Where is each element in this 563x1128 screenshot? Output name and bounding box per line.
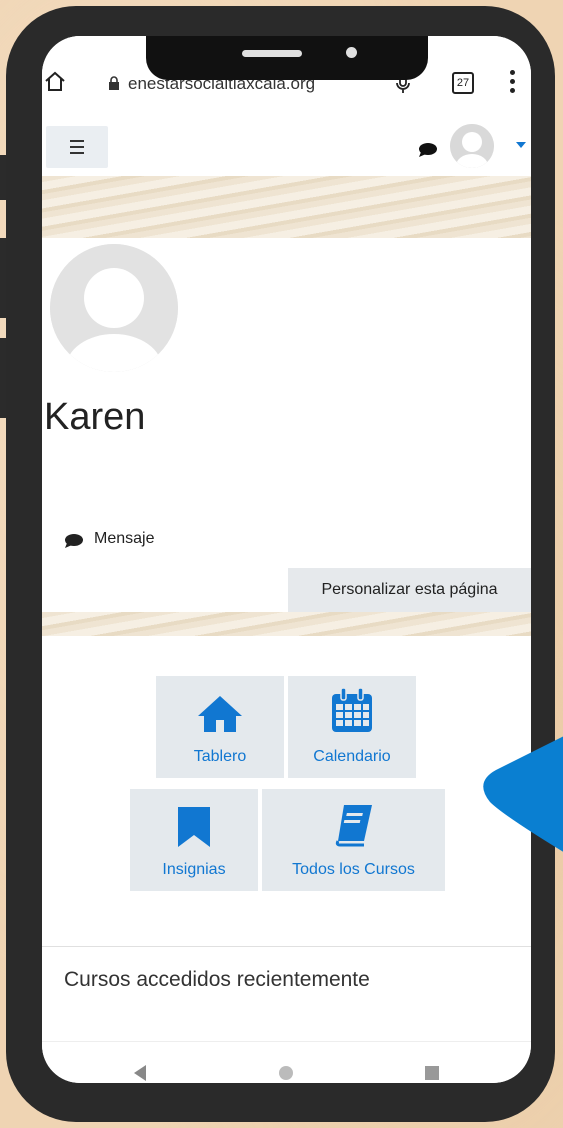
section-divider	[42, 946, 531, 947]
android-nav-bar	[42, 1041, 531, 1083]
tile-todos-los-cursos[interactable]: Todos los Cursos	[262, 789, 445, 891]
phone-notch	[146, 36, 428, 80]
recents-icon[interactable]	[424, 1065, 440, 1081]
book-icon	[335, 805, 372, 847]
customize-page-button[interactable]: Personalizar esta página	[288, 568, 531, 612]
message-label: Mensaje	[94, 530, 155, 547]
profile-banner-bottom	[42, 612, 531, 636]
back-icon[interactable]	[132, 1064, 148, 1082]
lock-icon	[109, 76, 119, 90]
tile-tablero[interactable]: Tablero	[156, 676, 284, 778]
phone-screen: enestarsocialtlaxcala.org 27 Karen Mensa…	[42, 36, 531, 1083]
tab-switcher-button[interactable]: 27	[452, 72, 474, 94]
home-nav-icon[interactable]	[278, 1065, 294, 1081]
message-link[interactable]: Mensaje	[94, 530, 154, 548]
chat-icon[interactable]	[418, 142, 438, 158]
profile-header: Karen Mensaje Personalizar esta página	[42, 238, 531, 616]
browser-menu-icon[interactable]	[510, 70, 516, 94]
hamburger-menu-button[interactable]	[46, 126, 108, 168]
tile-calendario[interactable]: Calendario	[288, 676, 416, 778]
site-navbar	[42, 116, 531, 177]
tile-label: Tablero	[193, 748, 247, 765]
user-avatar[interactable]	[450, 124, 494, 168]
recent-courses-heading: Cursos accedidos recientemente	[64, 968, 370, 991]
tile-insignias[interactable]: Insignias	[130, 789, 258, 891]
chevron-down-icon[interactable]	[516, 142, 526, 148]
profile-name: Karen	[44, 396, 146, 438]
speaker-icon	[242, 50, 302, 57]
bookmark-icon	[178, 807, 210, 847]
profile-avatar	[50, 244, 178, 372]
pointer-arrow-icon	[483, 736, 563, 852]
tile-label: Calendario	[313, 748, 391, 765]
profile-banner	[42, 176, 531, 238]
message-icon	[65, 534, 83, 548]
camera-icon	[346, 47, 357, 58]
calendar-icon	[332, 687, 372, 732]
home-icon[interactable]	[44, 70, 66, 92]
tile-label: Todos los Cursos	[292, 861, 415, 878]
tile-label: Insignias	[162, 861, 226, 878]
home-icon	[198, 696, 242, 732]
